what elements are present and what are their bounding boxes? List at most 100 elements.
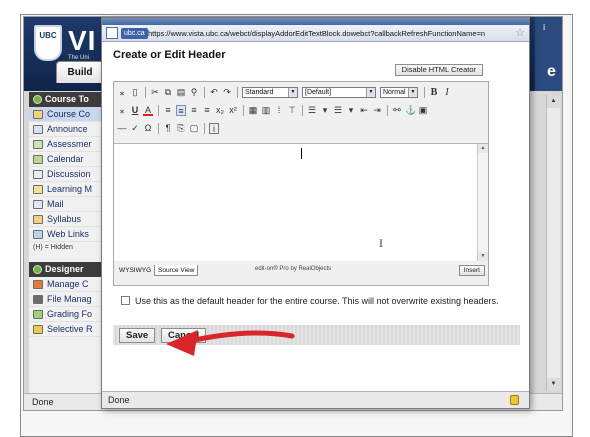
numbered-list-icon[interactable]: ☰ <box>333 105 343 116</box>
paragraph-style-select[interactable]: Standard ▼ <box>242 87 298 98</box>
undo-icon[interactable]: ↶ <box>209 87 219 98</box>
tab-wysiwyg[interactable]: WYSIWYG <box>116 265 154 276</box>
sidebar-item-learning-modules[interactable]: Learning M <box>29 182 110 197</box>
annotation-arrow-shaft <box>183 330 295 345</box>
course-tools-header[interactable]: Course To <box>29 92 110 107</box>
sidebar-item-manage-course[interactable]: Manage C <box>29 277 110 292</box>
tab-build[interactable]: Build <box>56 61 104 83</box>
default-header-checkbox[interactable] <box>121 296 130 305</box>
paste-icon[interactable]: ▤ <box>176 87 186 98</box>
list-dropdown-icon[interactable]: ▾ <box>320 105 330 116</box>
sidebar-item-calendar[interactable]: Calendar <box>29 152 110 167</box>
underline-button[interactable]: U <box>130 105 140 116</box>
table-delete-icon[interactable]: ⊤ <box>287 105 297 116</box>
favicon-icon <box>106 27 118 39</box>
site-identity-badge[interactable]: ubc.ca <box>121 28 148 39</box>
assessment-icon <box>33 140 43 149</box>
text-caret <box>301 148 302 159</box>
italic-button[interactable]: I <box>442 87 452 98</box>
font-family-value: [Default] <box>305 89 332 96</box>
spellcheck-icon[interactable]: ✓ <box>130 123 140 134</box>
cut-icon[interactable]: ✂ <box>150 87 160 98</box>
popup-titlebar[interactable] <box>102 18 529 25</box>
syllabus-icon <box>33 215 43 224</box>
sidebar-item-discussions[interactable]: Discussion <box>29 167 110 182</box>
background-scrollbar[interactable]: ▲ ▼ <box>546 95 560 391</box>
cursor-icon[interactable]: ⁎ <box>117 105 127 116</box>
sidebar-item-label: Learning M <box>47 184 93 194</box>
home-icon <box>33 110 43 119</box>
anchor-icon[interactable]: ⚓ <box>405 105 416 116</box>
designer-tools-header[interactable]: Designer <box>29 262 110 277</box>
table-column-icon[interactable]: ⁞ <box>274 105 284 116</box>
toolbar-row-1: ⁎ ▯ ✂ ⧉ ▤ ⚲ ↶ ↷ Standard ▼ [Default] ▼ Nor… <box>114 84 455 101</box>
scroll-up-icon[interactable]: ▲ <box>547 95 560 108</box>
bold-button[interactable]: B <box>429 87 439 98</box>
copy-icon[interactable]: ⧉ <box>163 87 173 98</box>
bulleted-list-icon[interactable]: ☰ <box>307 105 317 116</box>
font-size-select[interactable]: Normal ▼ <box>380 87 418 98</box>
paragraph-mark-icon[interactable]: ¶ <box>163 123 173 134</box>
superscript-icon[interactable]: x² <box>228 105 238 116</box>
image-icon[interactable]: ▣ <box>418 105 428 116</box>
sidebar-item-label: Assessmer <box>47 139 92 149</box>
scroll-up-icon[interactable]: ▲ <box>478 144 488 153</box>
hidden-legend: (H) = Hidden <box>33 244 73 251</box>
brand-title: VI <box>68 25 97 56</box>
grading-form-icon <box>33 310 43 319</box>
page-break-icon[interactable]: ⎘ <box>176 123 186 134</box>
sidebar-item-assessments[interactable]: Assessmer <box>29 137 110 152</box>
editor-content-area[interactable]: I ▲ ▼ <box>114 143 488 262</box>
list-dropdown-icon[interactable]: ▾ <box>346 105 356 116</box>
toolbar-divider <box>204 87 205 98</box>
preview-icon[interactable]: ▢ <box>189 123 199 134</box>
disable-html-creator-button[interactable]: Disable HTML Creator <box>394 64 483 76</box>
table-row-icon[interactable]: ▥ <box>261 105 271 116</box>
save-button[interactable]: Save <box>119 328 156 343</box>
course-sidebar: Course To Course Co Announce Assessmer C… <box>29 92 111 397</box>
header-right-text: e <box>547 63 556 80</box>
bookmark-star-icon[interactable]: ☆ <box>515 26 525 40</box>
editor-scrollbar[interactable]: ▲ ▼ <box>477 144 488 261</box>
address-bar[interactable]: ubc.ca https://www.vista.ubc.ca/webct/di… <box>102 25 529 42</box>
indent-icon[interactable]: ⇥ <box>372 105 382 116</box>
sidebar-item-mail[interactable]: Mail <box>29 197 110 212</box>
horizontal-rule-icon[interactable]: — <box>117 123 127 134</box>
redo-icon[interactable]: ↷ <box>222 87 232 98</box>
page-title: Create or Edit Header <box>113 49 226 61</box>
sidebar-item-announcements[interactable]: Announce <box>29 122 110 137</box>
align-right-icon[interactable]: ≡ <box>189 105 199 116</box>
subscript-icon[interactable]: x₂ <box>215 105 225 116</box>
align-center-icon[interactable]: ≡ <box>176 105 186 116</box>
justify-icon[interactable]: ≡ <box>202 105 212 116</box>
link-icon[interactable]: ⚯ <box>392 105 402 116</box>
sidebar-item-syllabus[interactable]: Syllabus <box>29 212 110 227</box>
sidebar-item-file-manager[interactable]: File Manag <box>29 292 110 307</box>
insert-button[interactable]: Insert <box>458 265 485 276</box>
find-icon[interactable]: ⚲ <box>189 87 199 98</box>
paragraph-style-value: Standard <box>245 89 274 96</box>
cursor-icon[interactable]: ⁎ <box>117 87 127 98</box>
toolbar-divider <box>145 87 146 98</box>
sidebar-item-course-content[interactable]: Course Co <box>29 107 110 122</box>
table-icon[interactable]: ▦ <box>248 105 258 116</box>
outdent-icon[interactable]: ⇤ <box>359 105 369 116</box>
sidebar-item-web-links[interactable]: Web Links <box>29 227 110 242</box>
powered-by-text: edit-on® Pro by RealObjects <box>255 266 332 272</box>
web-link-icon <box>33 230 43 239</box>
info-icon[interactable]: i <box>209 123 219 134</box>
annotation-arrow <box>166 330 295 356</box>
tab-source-view[interactable]: Source View <box>154 265 199 276</box>
font-color-icon[interactable]: A <box>143 105 153 116</box>
new-document-icon[interactable]: ▯ <box>130 87 140 98</box>
sidebar-item-grading-forms[interactable]: Grading Fo <box>29 307 110 322</box>
scroll-down-icon[interactable]: ▼ <box>478 252 488 261</box>
default-header-checkbox-label[interactable]: Use this as the default header for the e… <box>135 296 499 306</box>
sidebar-item-selective-release[interactable]: Selective R <box>29 322 110 337</box>
url-text[interactable]: https://www.vista.ubc.ca/webct/displayAd… <box>148 28 510 39</box>
font-family-select[interactable]: [Default] ▼ <box>302 87 376 98</box>
special-character-icon[interactable]: Ω <box>143 123 153 134</box>
align-left-icon[interactable]: ≡ <box>163 105 173 116</box>
scroll-down-icon[interactable]: ▼ <box>547 378 560 391</box>
designer-tools-title: Designer <box>45 264 84 274</box>
